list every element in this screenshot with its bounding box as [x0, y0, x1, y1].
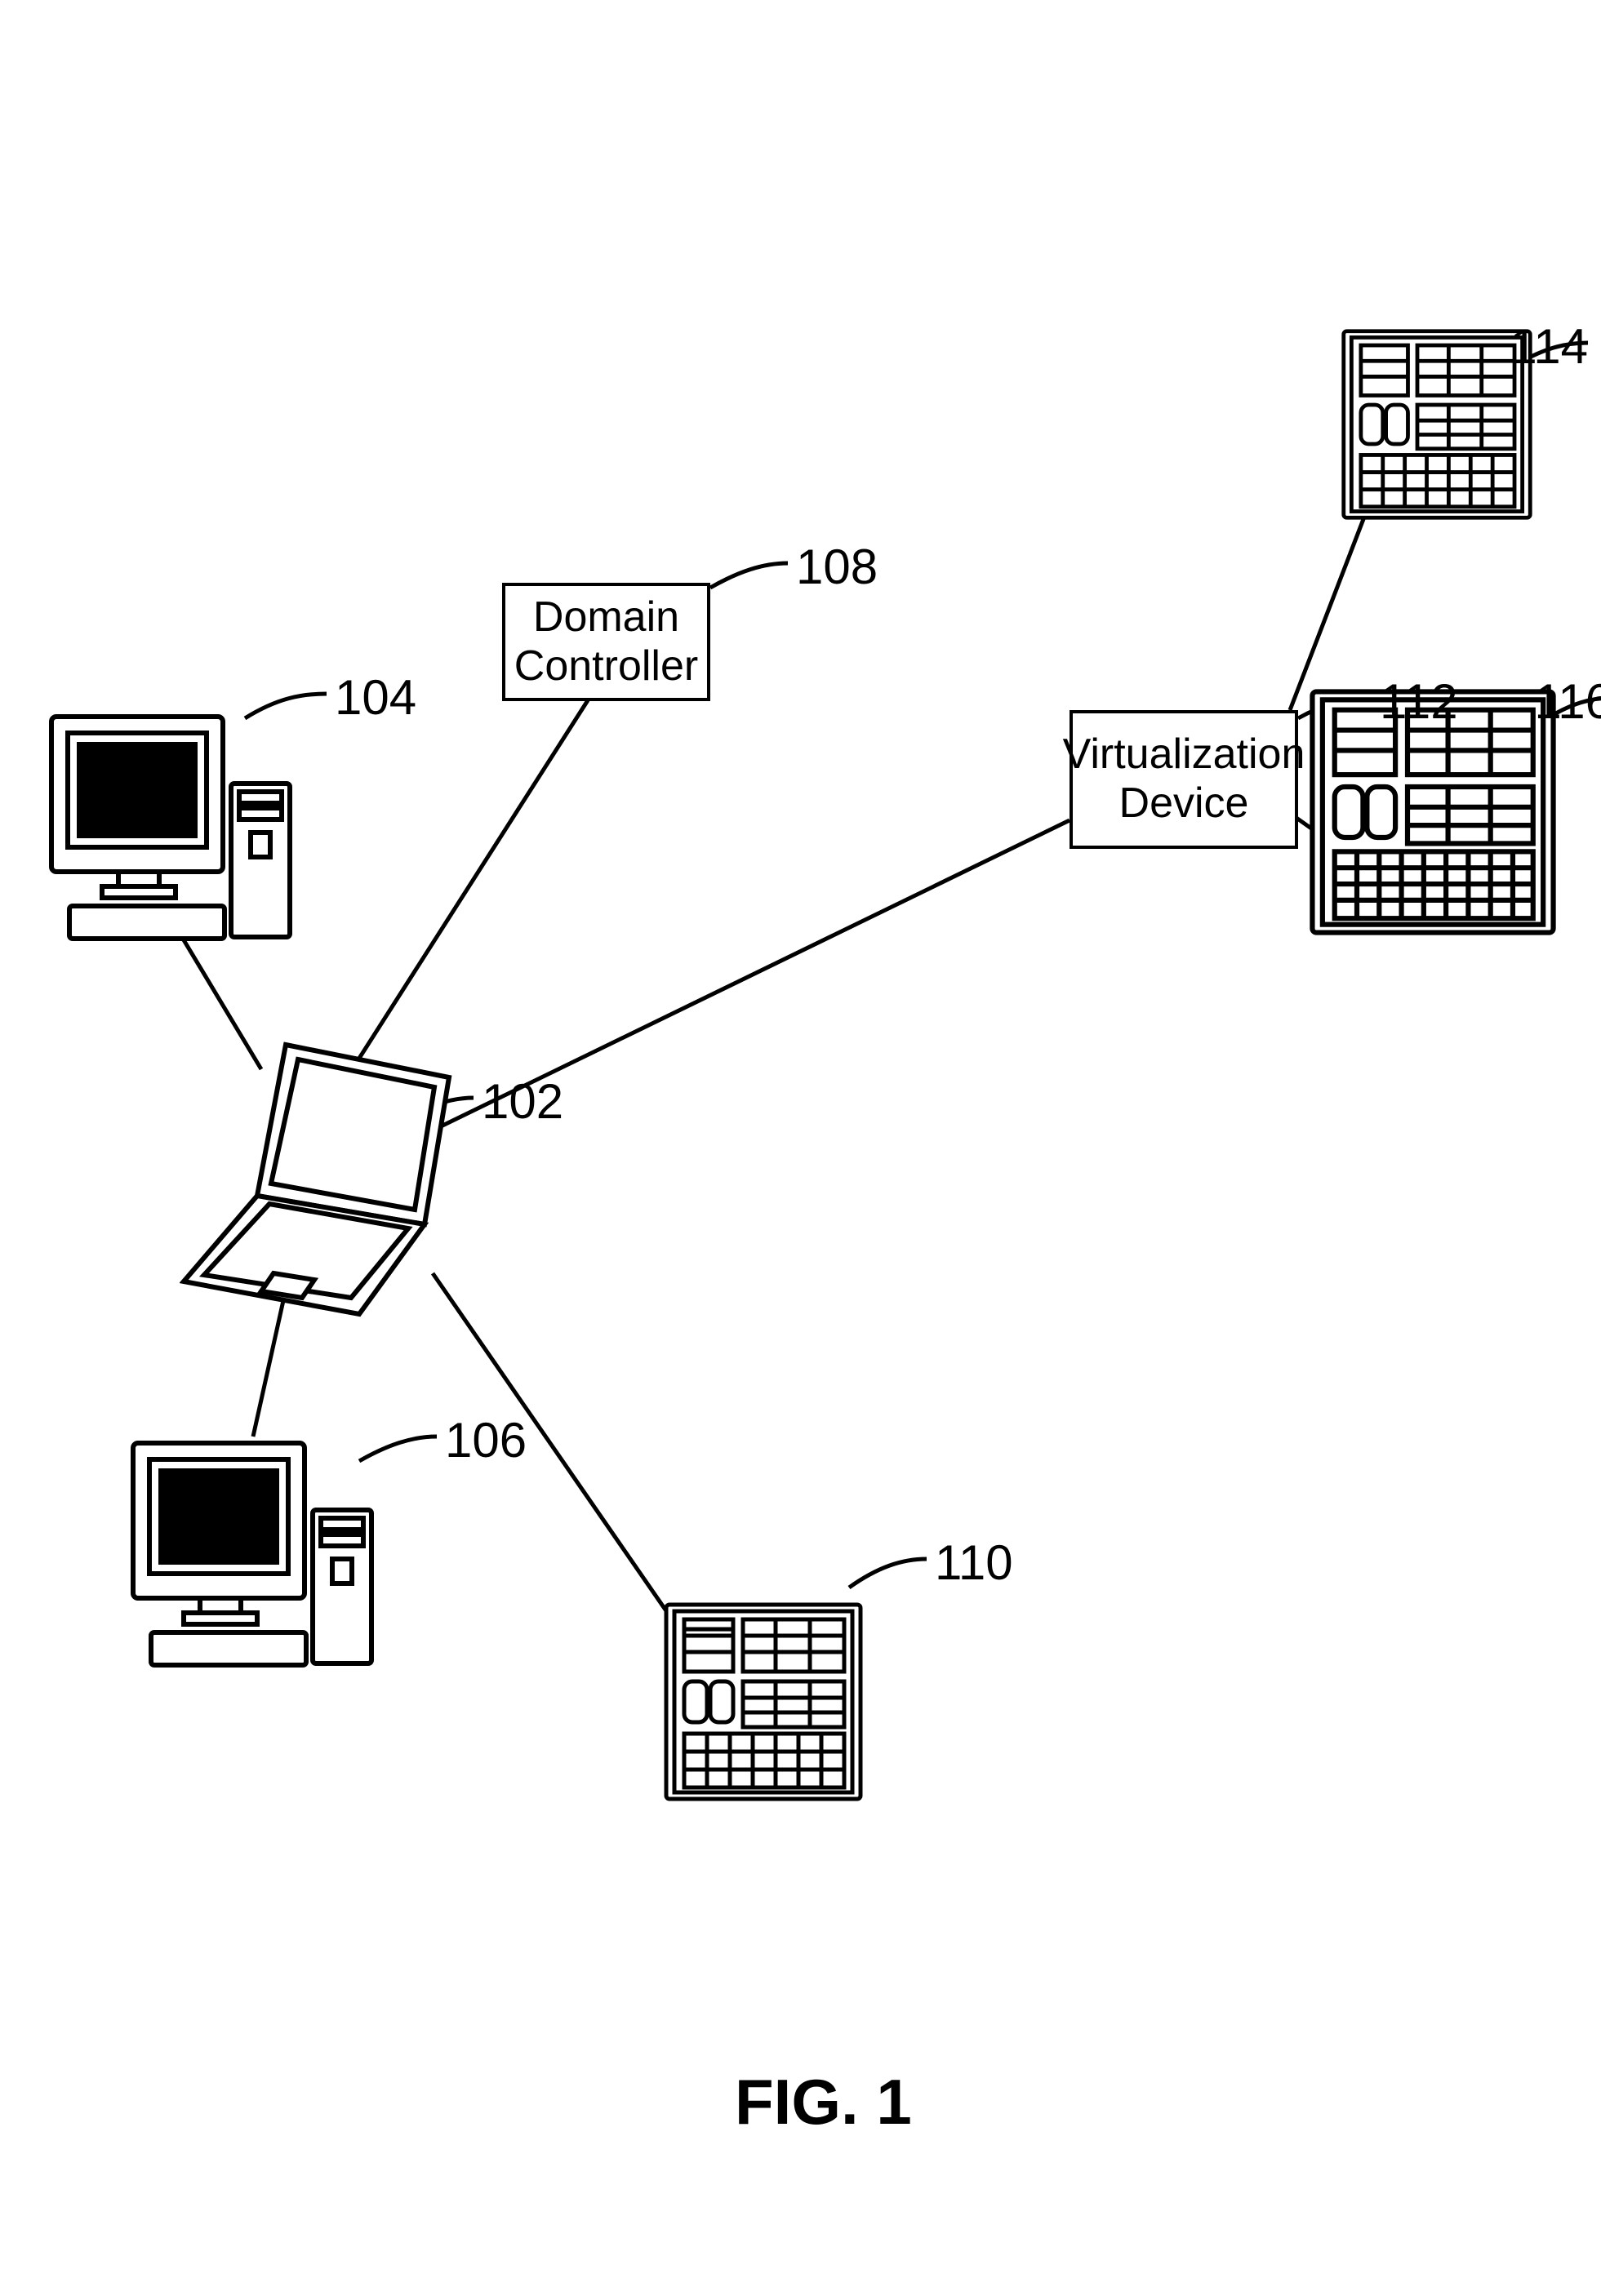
- ref-110: 110: [935, 1534, 1013, 1591]
- desktop-b-icon: [127, 1437, 380, 1685]
- ref-116: 116: [1534, 673, 1601, 730]
- ref-102: 102: [482, 1073, 563, 1130]
- domain-controller-label: Domain Controller: [514, 593, 698, 691]
- laptop-icon: [180, 1037, 474, 1335]
- ref-108: 108: [796, 539, 878, 595]
- ref-104: 104: [335, 669, 416, 726]
- ref-112: 112: [1380, 673, 1458, 730]
- ref-106: 106: [445, 1412, 527, 1468]
- ref-114: 114: [1510, 318, 1588, 375]
- desktop-a-icon: [45, 710, 298, 959]
- virtualization-device-box: Virtualization Device: [1070, 710, 1298, 849]
- server-a-icon: [661, 1600, 865, 1808]
- virtualization-device-label: Virtualization Device: [1063, 731, 1305, 828]
- figure-label: FIG. 1: [735, 2065, 912, 2139]
- domain-controller-box: Domain Controller: [502, 583, 710, 701]
- server-b-icon: [1339, 326, 1535, 526]
